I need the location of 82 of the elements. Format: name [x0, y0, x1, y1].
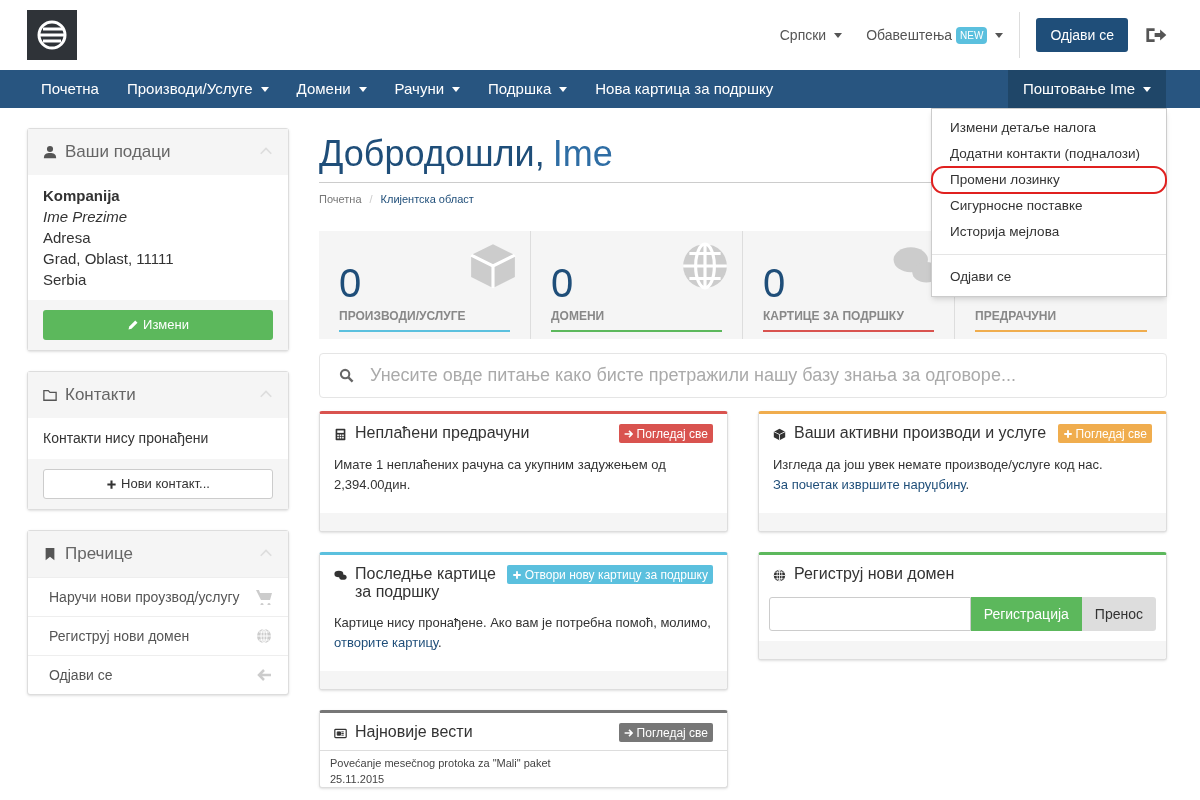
menu-item[interactable]: Одјави се	[932, 264, 1166, 290]
box-icon	[468, 241, 518, 291]
panel-title: Последње картице за подршку	[355, 565, 497, 601]
panel-title: Ваши подаци	[65, 141, 171, 164]
menu-item[interactable]: Промени лозинку	[932, 167, 1166, 193]
panel-text: Изгледа да још увек немате производе/услуге код нас. За почетак извршите наруџбину.	[772, 456, 1104, 494]
nav-item[interactable]: Нова картица за подршку	[581, 70, 788, 108]
plus-icon	[1062, 428, 1073, 439]
search-field[interactable]: Унесите овде питање како бисте претражили нашу базу знања за одговоре...	[319, 353, 1167, 398]
new-contact-button[interactable]: Нови контакт...	[43, 469, 273, 499]
menu-item[interactable]: Сигурносне поставке	[932, 193, 1166, 219]
nav-item[interactable]: Рачуни	[380, 70, 475, 108]
globe-icon	[680, 241, 730, 291]
nav-item[interactable]: Подршка	[474, 70, 582, 108]
panel-title: Најновије вести	[355, 723, 474, 741]
page-title: Добродошли,	[319, 132, 545, 176]
calculator-icon	[334, 428, 347, 441]
stat-count: 0	[551, 261, 574, 305]
panel-text: Имате 1 неплаћених рачуна са укупним задужењем од 2,394.00дин.	[333, 456, 667, 494]
chat-bubbles-icon	[334, 569, 347, 582]
menu-item[interactable]: Измени детаље налога	[932, 115, 1166, 141]
company-name: Kompanija	[43, 186, 121, 206]
nav-item[interactable]: Почетна	[27, 70, 113, 108]
breadcrumb-separator: /	[369, 191, 373, 207]
folder-icon	[43, 388, 57, 402]
domain-input[interactable]	[769, 597, 971, 631]
address-line: Grad, Oblast, 11111	[43, 249, 175, 269]
plus-icon	[511, 569, 522, 580]
news-title[interactable]: Povećanje mesečnog protoka za "Mali" paket	[330, 755, 717, 771]
empty-message: Контакти нису пронађени	[42, 429, 210, 448]
cart-icon	[256, 589, 272, 605]
globe-icon	[773, 569, 786, 582]
pencil-icon	[127, 319, 140, 331]
arrow-right-icon	[623, 428, 634, 439]
caret-icon	[834, 32, 843, 38]
arrow-left-icon	[256, 667, 272, 683]
address-line: Adresa	[43, 228, 92, 248]
transfer-button[interactable]: Пренос	[1081, 597, 1156, 631]
panel-title: Неплаћени предрачуни	[355, 424, 531, 442]
search-icon	[339, 368, 354, 383]
box-icon	[773, 428, 786, 441]
panel-title: Контакти	[65, 384, 136, 407]
stat-count: 0	[339, 261, 362, 305]
stat-count: 0	[763, 261, 786, 305]
globe-icon	[256, 628, 272, 644]
panel-title: Региструј нови домен	[794, 565, 956, 583]
logo-icon	[27, 10, 77, 60]
view-all-button[interactable]: Погледај све	[618, 723, 713, 742]
user-menu[interactable]: Поштовање Ime	[1007, 70, 1166, 108]
shortcut-item[interactable]: Региструј нови домен	[28, 616, 288, 655]
caret-icon	[995, 32, 1004, 38]
link[interactable]: За почетак извршите наруџбину	[773, 477, 966, 492]
panel-text: Картице нису пронађене. Ако вам је потребна помоћ, молимо, отворите картицу.	[333, 614, 712, 652]
caret-icon	[1143, 86, 1151, 92]
view-all-button[interactable]: Погледај све	[618, 424, 713, 443]
newspaper-icon	[334, 727, 347, 740]
new-badge: NEW	[956, 26, 988, 44]
plus-icon	[106, 478, 118, 490]
breadcrumb-link[interactable]: Почетна	[319, 190, 362, 208]
news-date: 25.11.2015	[330, 772, 386, 787]
shortcut-item[interactable]: Наручи нови проузвод/услугу	[28, 577, 288, 616]
panel-title: Пречице	[65, 543, 133, 566]
arrow-right-icon	[623, 727, 634, 738]
bookmark-icon	[43, 547, 57, 561]
nav-item[interactable]: Производи/Услуге	[112, 70, 283, 108]
notifications-menu[interactable]: Обавештења NEW	[866, 24, 1004, 46]
stat-label: ПРОИЗВОДИ/УСЛУГЕ	[339, 308, 467, 325]
breadcrumb-link[interactable]: Клијентска област	[380, 190, 474, 208]
stat-label: ДОМЕНИ	[551, 308, 606, 325]
stat-label: ПРЕДРАЧУНИ	[975, 308, 1058, 325]
address-line: Serbia	[43, 270, 88, 290]
panel-title: Ваши активни производи и услуге	[794, 424, 1048, 442]
logout-button[interactable]: Одјави се	[1036, 18, 1128, 52]
user-icon	[43, 145, 57, 159]
stat-label: КАРТИЦЕ ЗА ПОДРШКУ	[763, 308, 905, 325]
user-name: Ime	[552, 132, 613, 176]
client-name: Ime Prezime	[43, 207, 129, 227]
shortcut-item[interactable]: Одјави се	[28, 655, 288, 694]
language-menu[interactable]: Српски	[779, 24, 843, 46]
nav-item[interactable]: Домени	[282, 70, 381, 108]
menu-item[interactable]: Додатни контакти (подналози)	[932, 141, 1166, 167]
menu-item[interactable]: Историја мејлова	[932, 219, 1166, 245]
